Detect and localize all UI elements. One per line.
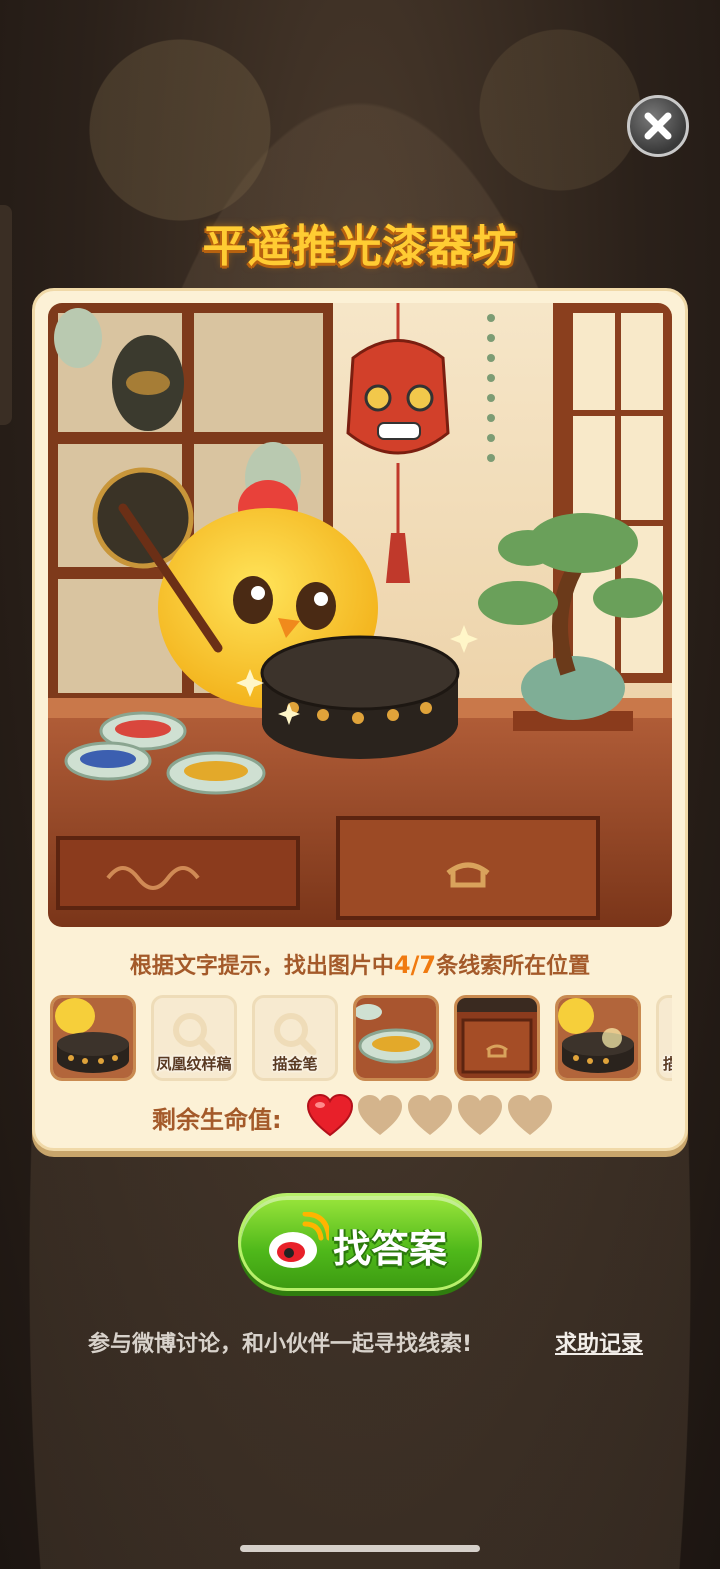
clue-thumb-paint-bowl[interactable] [353, 995, 439, 1081]
help-record-link[interactable]: 求助记录 [555, 1326, 643, 1358]
weibo-icon [269, 1212, 329, 1268]
clue-thumbnails: 凤凰纹样稿 描金笔 [50, 995, 672, 1085]
clue-label: 描金笔 [272, 1055, 318, 1073]
find-answer-button[interactable]: 找答案 [238, 1193, 482, 1291]
close-icon [644, 112, 672, 140]
hint-prefix: 根据文字提示，找出图片中 [129, 954, 394, 979]
clue-thumb-partial[interactable]: 描 [656, 995, 672, 1081]
heart-full-icon [307, 1094, 353, 1137]
clue-label: 描 [659, 1053, 672, 1074]
heart-empty-icon [408, 1095, 452, 1135]
heart-empty-icon [358, 1095, 402, 1135]
footer-text: 参与微博讨论，和小伙伴一起寻找线索! [88, 1332, 473, 1357]
heart-empty-icon [508, 1095, 552, 1135]
scene-image[interactable] [48, 303, 672, 927]
home-indicator[interactable] [240, 1545, 480, 1552]
clue-label: 凤凰纹样稿 [156, 1055, 232, 1073]
lives-label: 剩余生命值: [152, 1106, 282, 1134]
magnifier-icon [173, 1013, 216, 1056]
clue-thumb-lacquer-box[interactable] [50, 995, 136, 1081]
heart-empty-icon [458, 1095, 502, 1135]
clue-thumb-desk-drawer[interactable] [454, 995, 540, 1081]
clue-thumb-gold-brush[interactable]: 描金笔 [252, 995, 338, 1081]
close-button[interactable] [627, 95, 689, 157]
hint-suffix: 条线索所在位置 [436, 954, 591, 979]
find-answer-label: 找答案 [333, 1227, 448, 1271]
clue-thumb-lacquer-sparkle[interactable] [555, 995, 641, 1081]
hint-text: 根据文字提示，找出图片中4/7条线索所在位置 [32, 948, 688, 980]
magnifier-icon [274, 1013, 317, 1056]
clue-counter: 4/7 [393, 951, 437, 979]
clue-thumb-phoenix-sketch[interactable]: 凤凰纹样稿 [151, 995, 237, 1081]
level-title: 平遥推光漆器坊 [202, 221, 518, 272]
